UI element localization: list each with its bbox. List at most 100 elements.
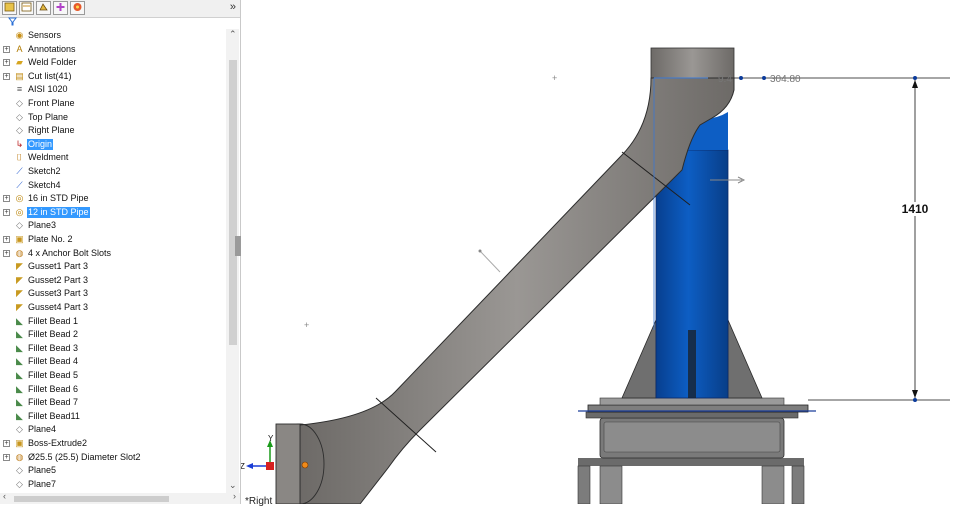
tree-item-label: Right Plane [28, 125, 75, 136]
tree-item[interactable]: ◇ Plane7 [0, 478, 226, 491]
tree-item[interactable]: ◤ Gusset2 Part 3 [0, 274, 226, 287]
graphics-area[interactable]: + + 1410 304.80 9.4 Y Z [240, 0, 960, 505]
tree-item[interactable]: ≡ AISI 1020 [0, 83, 226, 96]
tree-item[interactable]: ◣ Fillet Bead 3 [0, 342, 226, 355]
fillet-bead-icon: ◣ [16, 315, 23, 326]
sensors-icon: ◉ [15, 30, 24, 40]
tree-item-label: Ø25.5 (25.5) Diameter Slot2 [28, 451, 141, 462]
origin-icon: ↳ [15, 138, 24, 149]
property-icon [21, 2, 32, 12]
tree-item-label: Sensors [28, 30, 62, 40]
material-icon: ≡ [16, 84, 23, 95]
tree-item[interactable]: ◇ Plane3 [0, 219, 226, 232]
hole-wizard-icon: ◍ [15, 247, 24, 258]
tree-item[interactable]: + ◎ 16 in STD Pipe [0, 192, 226, 205]
tree-item[interactable]: ◇ Right Plane [0, 124, 226, 137]
plane-icon: ◇ [16, 465, 23, 476]
expand-icon[interactable]: + [3, 59, 10, 67]
tree-horizontal-thumb[interactable] [14, 496, 169, 502]
display-manager-tab[interactable] [70, 1, 85, 15]
expand-icon[interactable]: + [3, 453, 10, 461]
scroll-up-icon[interactable]: ⌃ [229, 29, 237, 40]
tree-item[interactable]: ◉ Sensors [0, 29, 226, 42]
expand-icon[interactable]: + [3, 72, 10, 80]
expand-icon[interactable]: + [3, 195, 10, 203]
dimension-304-text: 304.80 [770, 74, 801, 85]
tree-item[interactable]: ◣ Fillet Bead 2 [0, 328, 226, 341]
tree-item[interactable]: + ◍ Ø25.5 (25.5) Diameter Slot2 [0, 451, 226, 464]
dimension-304[interactable]: 304.80 9.4 [718, 74, 801, 85]
tree-item[interactable]: + ◎ 12 in STD Pipe [0, 206, 226, 219]
configuration-icon [39, 3, 48, 11]
filter-icon[interactable] [8, 17, 17, 26]
tree-item[interactable]: + ▣ Boss-Extrude2 [0, 437, 226, 450]
dimension-1410-text: 1410 [902, 202, 929, 216]
tree-item-label: AISI 1020 [28, 84, 68, 95]
tree-item[interactable]: ◣ Fillet Bead 7 [0, 396, 226, 409]
tree-item[interactable]: + A Annotations [0, 43, 226, 56]
model-viewport[interactable]: + + 1410 304.80 9.4 Y Z [240, 0, 960, 505]
fillet-bead-icon: ◣ [16, 383, 23, 394]
tree-item[interactable]: ◇ Plane4 [0, 423, 226, 436]
expand-icon[interactable]: + [3, 249, 10, 257]
fillet-bead-icon: ◣ [16, 397, 23, 408]
tree-item[interactable]: + ◍ 4 x Anchor Bolt Slots [0, 247, 226, 260]
tree-item[interactable]: ◇ Top Plane [0, 111, 226, 124]
gusset-icon: ◤ [16, 274, 23, 285]
tree-item[interactable]: ◇ Front Plane [0, 97, 226, 110]
tree-item-label: Top Plane [28, 111, 69, 122]
tree-scroll-thumb[interactable] [229, 60, 237, 345]
tree-item[interactable]: ◤ Gusset4 Part 3 [0, 301, 226, 314]
expand-icon[interactable]: + [3, 236, 10, 243]
tree-item[interactable]: ◣ Fillet Bead 5 [0, 369, 226, 382]
fillet-bead-icon: ◣ [16, 410, 23, 421]
scroll-right-icon[interactable]: › [233, 491, 236, 501]
configuration-manager-tab[interactable] [36, 1, 51, 15]
gusset-icon: ◤ [16, 302, 23, 312]
property-manager-tab[interactable] [19, 1, 34, 15]
scroll-down-icon[interactable]: ⌄ [229, 480, 237, 491]
tree-item-label: 12 in STD Pipe [27, 206, 90, 218]
tree-item-label: Fillet Bead 3 [28, 342, 79, 353]
tree-item[interactable]: ◣ Fillet Bead 6 [0, 383, 226, 396]
tree-item[interactable]: ◤ Gusset1 Part 3 [0, 260, 226, 273]
collapse-panel-icon[interactable]: » [230, 1, 236, 13]
tree-item[interactable]: + ▤ Cut list(41) [0, 70, 226, 83]
tree-item-label: Sketch2 [28, 166, 61, 176]
svg-text:+: + [304, 320, 309, 330]
tree-item-label: Annotations [28, 43, 76, 54]
expand-icon[interactable]: + [3, 440, 10, 447]
base-plate[interactable] [578, 397, 816, 413]
tree-item[interactable]: + ▰ Weld Folder [0, 56, 226, 69]
sketch-icon: ⟋ [16, 179, 23, 190]
tree-item[interactable]: ◇ Plane5 [0, 464, 226, 477]
tree-item[interactable]: ◣ Fillet Bead 4 [0, 355, 226, 368]
tree-item-label: Plane4 [28, 424, 57, 435]
tree-item-label: Origin [27, 138, 54, 150]
scroll-left-icon[interactable]: ‹ [3, 491, 6, 501]
axis-triad: Y Z [240, 434, 274, 471]
tree-item-label: Boss-Extrude2 [28, 438, 88, 448]
structural-member-icon: ◎ [15, 193, 24, 204]
dimension-small-text: 9.4 [718, 74, 732, 85]
tree-item[interactable]: + ▣ Plate No. 2 [0, 233, 226, 246]
dimension-1410[interactable]: 1410 [734, 76, 950, 402]
expand-icon[interactable]: + [3, 45, 10, 53]
extrude-icon: ▣ [15, 438, 24, 448]
filter-row [0, 17, 240, 28]
tree-item[interactable]: ⟋ Sketch2 [0, 165, 226, 178]
tree-item[interactable]: ↳ Origin [0, 138, 226, 151]
plane-icon: ◇ [16, 424, 23, 435]
feature-manager-tab[interactable] [2, 1, 17, 15]
tree-item[interactable]: ◣ Fillet Bead 1 [0, 315, 226, 328]
support-frame[interactable] [577, 411, 805, 505]
dimxpert-tab[interactable] [53, 1, 68, 15]
tree-item[interactable]: ◣ Fillet Bead11 [0, 410, 226, 423]
tree-item[interactable]: ◤ Gusset3 Part 3 [0, 287, 226, 300]
expand-icon[interactable]: + [3, 208, 10, 216]
feature-manager-toolbar: » [0, 0, 240, 18]
tree-item-label: Weld Folder [28, 57, 77, 68]
tree-item[interactable]: ⌷ Weldment [0, 151, 226, 164]
tree-item[interactable]: ⟋ Sketch4 [0, 179, 226, 192]
feature-tree: ◉ Sensors + A Annotations + ▰ Weld Folder + ▤ Cut … [0, 29, 226, 493]
